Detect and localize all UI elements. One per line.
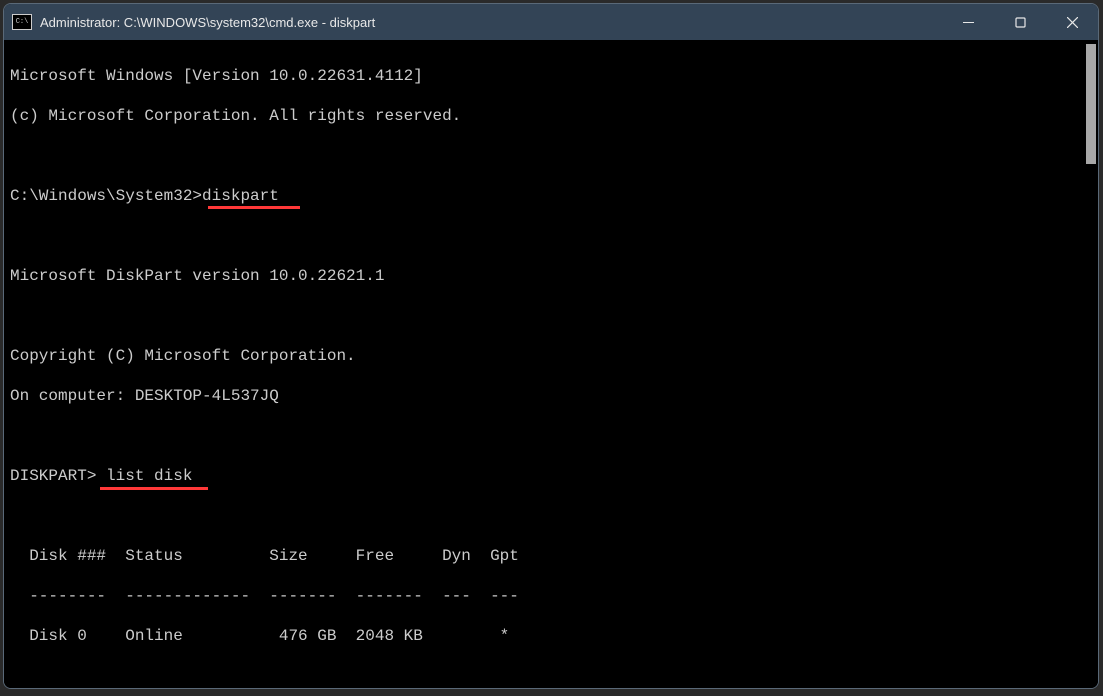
- table-divider: -------- ------------- ------- ------- -…: [10, 586, 1098, 606]
- minimize-button[interactable]: [942, 4, 994, 40]
- output-line: (c) Microsoft Corporation. All rights re…: [10, 106, 1098, 126]
- blank-line: [10, 666, 1098, 686]
- scrollbar-thumb[interactable]: [1086, 44, 1096, 164]
- terminal-content: Microsoft Windows [Version 10.0.22631.41…: [4, 40, 1098, 688]
- table-header: Disk ### Status Size Free Dyn Gpt: [10, 546, 1098, 566]
- blank-line: [10, 306, 1098, 326]
- cmd-window: C:\ Administrator: C:\WINDOWS\system32\c…: [3, 3, 1099, 689]
- output-line: Microsoft DiskPart version 10.0.22621.1: [10, 266, 1098, 286]
- table-row: Disk 0 Online 476 GB 2048 KB *: [10, 626, 1098, 646]
- cmd-icon: C:\: [12, 14, 32, 30]
- command-text: diskpart: [202, 187, 279, 205]
- blank-line: [10, 146, 1098, 166]
- blank-line: [10, 426, 1098, 446]
- output-line: Copyright (C) Microsoft Corporation.: [10, 346, 1098, 366]
- output-line: Microsoft Windows [Version 10.0.22631.41…: [10, 66, 1098, 86]
- prompt-label: DISKPART>: [10, 467, 96, 485]
- prompt-path: C:\Windows\System32>: [10, 187, 202, 205]
- command-text: list disk: [96, 467, 192, 485]
- blank-line: [10, 506, 1098, 526]
- titlebar[interactable]: C:\ Administrator: C:\WINDOWS\system32\c…: [4, 4, 1098, 40]
- window-title: Administrator: C:\WINDOWS\system32\cmd.e…: [40, 15, 942, 30]
- blank-line: [10, 226, 1098, 246]
- maximize-button[interactable]: [994, 4, 1046, 40]
- terminal-area[interactable]: Microsoft Windows [Version 10.0.22631.41…: [4, 40, 1098, 688]
- annotation-underline: [208, 206, 300, 209]
- close-button[interactable]: [1046, 4, 1098, 40]
- command-line: DISKPART> list disk: [10, 466, 1098, 486]
- command-line: C:\Windows\System32>diskpart: [10, 186, 1098, 206]
- annotation-underline: [100, 487, 208, 490]
- output-line: On computer: DESKTOP-4L537JQ: [10, 386, 1098, 406]
- window-controls: [942, 4, 1098, 40]
